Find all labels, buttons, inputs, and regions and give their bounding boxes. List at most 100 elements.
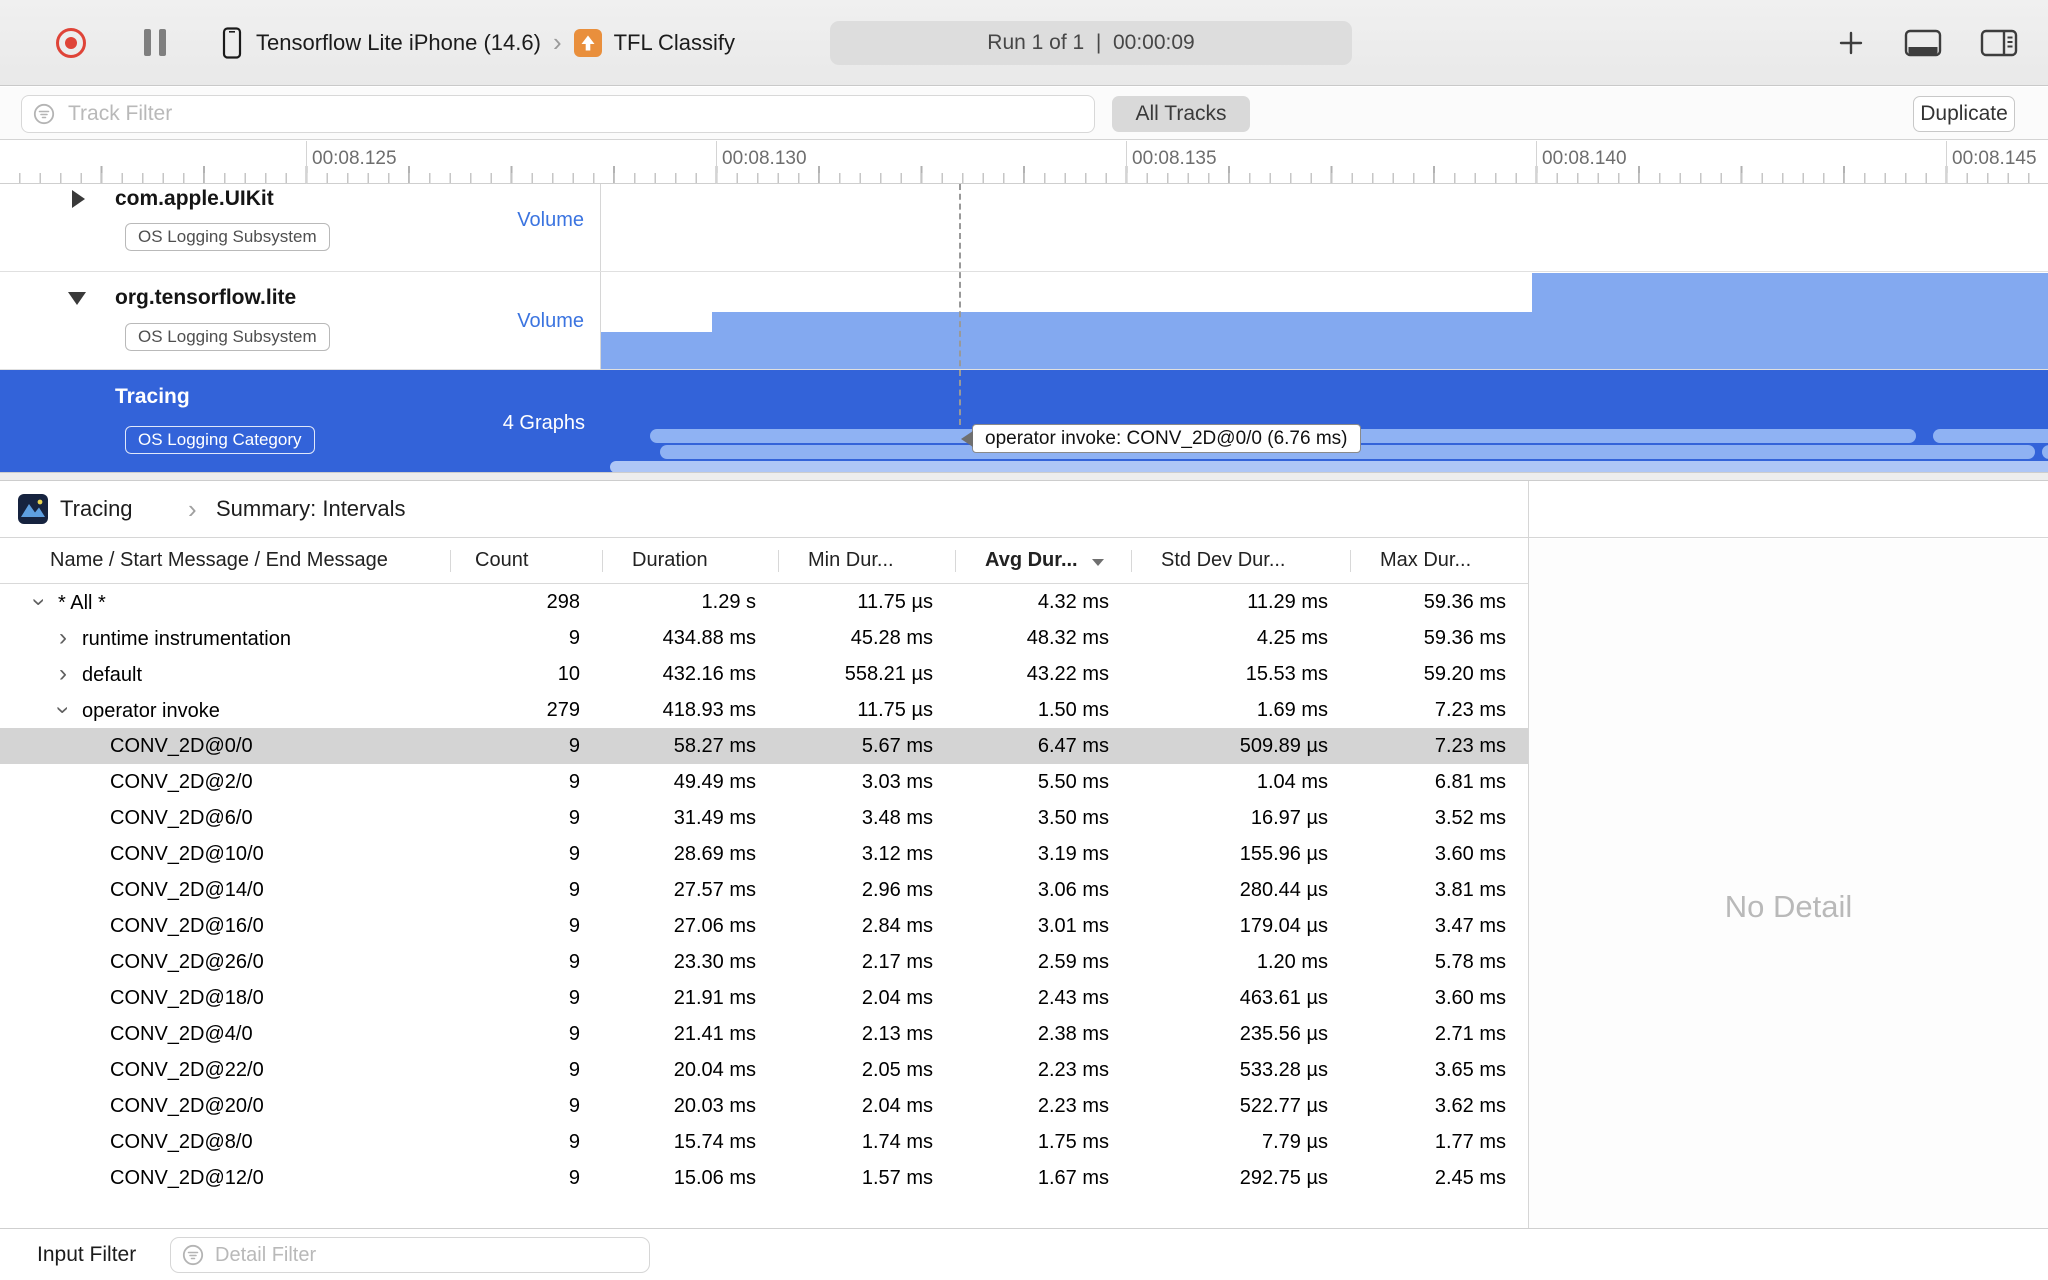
table-row[interactable]: › runtime instrumentation 9 434.88 ms 45.28 … <box>0 620 1528 656</box>
row-max: 2.45 ms <box>1434 1167 1506 1189</box>
table-row[interactable]: CONV_2D@18/0 9 21.91 ms 2.04 ms 2.43 ms 463.6… <box>0 980 1528 1016</box>
column-header-count[interactable]: Count <box>445 538 602 583</box>
row-std: 16.97 µs <box>1250 807 1328 829</box>
breadcrumb-instrument[interactable]: Tracing <box>60 481 133 537</box>
row-min: 11.75 µs <box>857 699 933 721</box>
table-row[interactable]: CONV_2D@22/0 9 20.04 ms 2.05 ms 2.23 ms 533.2… <box>0 1052 1528 1088</box>
toolbar: Tensorflow Lite iPhone (14.6) › TFL Clas… <box>0 0 2048 86</box>
track-com-apple-uikit[interactable]: com.apple.UIKit OS Logging Subsystem Vol… <box>0 184 2048 272</box>
table-row[interactable]: CONV_2D@20/0 9 20.03 ms 2.04 ms 2.23 ms 522.7… <box>0 1088 1528 1124</box>
row-name: CONV_2D@20/0 <box>110 1095 264 1117</box>
volume-area-segment <box>601 332 712 369</box>
track-badge: OS Logging Subsystem <box>125 223 330 251</box>
disclosure-expanded-icon[interactable] <box>68 292 86 305</box>
disclosure-collapsed-icon[interactable] <box>72 190 85 208</box>
track-lane[interactable] <box>601 184 2048 271</box>
disclosure-collapsed-icon[interactable]: › <box>50 656 76 692</box>
all-tracks-button[interactable]: All Tracks <box>1112 96 1250 132</box>
table-row[interactable]: CONV_2D@4/0 9 21.41 ms 2.13 ms 2.38 ms 235.56… <box>0 1016 1528 1052</box>
table-row[interactable]: CONV_2D@26/0 9 23.30 ms 2.17 ms 2.59 ms 1.20 … <box>0 944 1528 980</box>
playhead-line <box>959 184 961 425</box>
row-name-cell: CONV_2D@16/0 <box>0 908 445 944</box>
row-avg: 6.47 ms <box>1037 735 1109 757</box>
column-divider[interactable] <box>450 550 451 572</box>
row-name: CONV_2D@26/0 <box>110 951 264 973</box>
row-avg: 5.50 ms <box>1037 771 1109 793</box>
row-count: 9 <box>568 1023 580 1045</box>
column-header-name[interactable]: Name / Start Message / End Message <box>0 538 445 583</box>
table-row[interactable]: CONV_2D@10/0 9 28.69 ms 3.12 ms 3.19 ms 155.9… <box>0 836 1528 872</box>
track-filter-bar: All Tracks Duplicate <box>0 87 2048 140</box>
row-avg: 3.06 ms <box>1037 879 1109 901</box>
table-row[interactable]: CONV_2D@12/0 9 15.06 ms 1.57 ms 1.67 ms 292.7… <box>0 1160 1528 1196</box>
ruler-gridline <box>716 141 717 184</box>
row-avg: 2.59 ms <box>1037 951 1109 973</box>
track-header[interactable]: com.apple.UIKit OS Logging Subsystem Vol… <box>0 184 601 271</box>
toggle-right-pane-button[interactable] <box>1980 28 2018 58</box>
row-max: 59.36 ms <box>1423 627 1506 649</box>
breadcrumb-view[interactable]: Summary: Intervals <box>216 481 406 537</box>
column-divider[interactable] <box>1350 550 1351 572</box>
column-header-duration[interactable]: Duration <box>602 538 778 583</box>
track-filter-input[interactable] <box>21 95 1095 133</box>
iphone-icon <box>222 26 242 59</box>
column-header-avg[interactable]: Avg Dur... <box>955 538 1131 583</box>
row-count: 9 <box>568 735 580 757</box>
pause-button[interactable] <box>144 29 166 56</box>
table-row[interactable]: CONV_2D@14/0 9 27.57 ms 2.96 ms 3.06 ms 280.4… <box>0 872 1528 908</box>
track-meta-label: Volume <box>517 310 584 332</box>
column-header-stddev[interactable]: Std Dev Dur... <box>1131 538 1350 583</box>
track-header[interactable]: Tracing OS Logging Category 4 Graphs <box>0 370 601 472</box>
row-max: 3.60 ms <box>1434 843 1506 865</box>
target-device-label[interactable]: Tensorflow Lite iPhone (14.6) <box>256 30 541 56</box>
row-min: 558.21 µs <box>844 663 933 685</box>
target-app-label[interactable]: TFL Classify <box>614 30 735 56</box>
row-name-cell: CONV_2D@4/0 <box>0 1016 445 1052</box>
table-row[interactable]: › * All * 298 1.29 s 11.75 µs 4.32 ms 11.29 ms… <box>0 584 1528 620</box>
record-button[interactable] <box>56 27 86 58</box>
duplicate-button[interactable]: Duplicate <box>1913 96 2015 132</box>
volume-area-chart[interactable] <box>601 272 2048 369</box>
column-divider[interactable] <box>955 550 956 572</box>
table-row[interactable]: CONV_2D@2/0 9 49.49 ms 3.03 ms 5.50 ms 1.04 m… <box>0 764 1528 800</box>
row-avg: 2.38 ms <box>1037 1023 1109 1045</box>
pane-splitter[interactable] <box>0 472 2048 481</box>
ruler-time-label: 00:08.125 <box>312 148 397 169</box>
disclosure-expanded-icon[interactable]: › <box>21 589 57 615</box>
detail-filter-input[interactable] <box>170 1237 650 1273</box>
row-std: 4.25 ms <box>1256 627 1328 649</box>
column-divider[interactable] <box>778 550 779 572</box>
column-header-min[interactable]: Min Dur... <box>778 538 955 583</box>
row-std: 1.20 ms <box>1256 951 1328 973</box>
column-header-max[interactable]: Max Dur... <box>1350 538 1528 583</box>
row-duration: 432.16 ms <box>662 663 756 685</box>
time-ruler[interactable]: 00:08.125 00:08.130 00:08.135 00:08.140 00:0… <box>0 141 2048 184</box>
row-min: 2.96 ms <box>861 879 933 901</box>
column-divider[interactable] <box>1131 550 1132 572</box>
table-row[interactable]: CONV_2D@8/0 9 15.74 ms 1.74 ms 1.75 ms 7.79 µ… <box>0 1124 1528 1160</box>
row-name-cell: › * All * <box>0 584 445 620</box>
track-header[interactable]: org.tensorflow.lite OS Logging Subsystem… <box>0 272 601 369</box>
table-row[interactable]: CONV_2D@0/0 9 58.27 ms 5.67 ms 6.47 ms 509.89… <box>0 728 1528 764</box>
row-name-cell: CONV_2D@14/0 <box>0 872 445 908</box>
disclosure-collapsed-icon[interactable]: › <box>50 620 76 656</box>
toggle-bottom-pane-button[interactable] <box>1904 28 1942 58</box>
row-max: 7.23 ms <box>1434 735 1506 757</box>
table-row[interactable]: CONV_2D@6/0 9 31.49 ms 3.48 ms 3.50 ms 16.97 … <box>0 800 1528 836</box>
column-divider[interactable] <box>602 550 603 572</box>
disclosure-expanded-icon[interactable]: › <box>45 697 81 723</box>
track-org-tensorflow-lite[interactable]: org.tensorflow.lite OS Logging Subsystem… <box>0 272 2048 370</box>
row-max: 5.78 ms <box>1434 951 1506 973</box>
row-name: * All * <box>58 592 106 614</box>
track-tracing[interactable]: Tracing OS Logging Category 4 Graphs <box>0 370 2048 472</box>
table-row[interactable]: CONV_2D@16/0 9 27.06 ms 2.84 ms 3.01 ms 179.0… <box>0 908 1528 944</box>
input-filter-label[interactable]: Input Filter <box>37 1229 136 1280</box>
table-row[interactable]: › operator invoke 279 418.93 ms 11.75 µs 1.50… <box>0 692 1528 728</box>
tracing-intervals-lane[interactable] <box>601 370 2048 472</box>
row-duration: 28.69 ms <box>673 843 756 865</box>
table-row[interactable]: › default 10 432.16 ms 558.21 µs 43.22 ms 15.5… <box>0 656 1528 692</box>
run-status-display: Run 1 of 1 | 00:00:09 <box>830 21 1352 65</box>
row-name: CONV_2D@14/0 <box>110 879 264 901</box>
row-max: 3.81 ms <box>1434 879 1506 901</box>
add-instrument-button[interactable] <box>1836 28 1866 58</box>
